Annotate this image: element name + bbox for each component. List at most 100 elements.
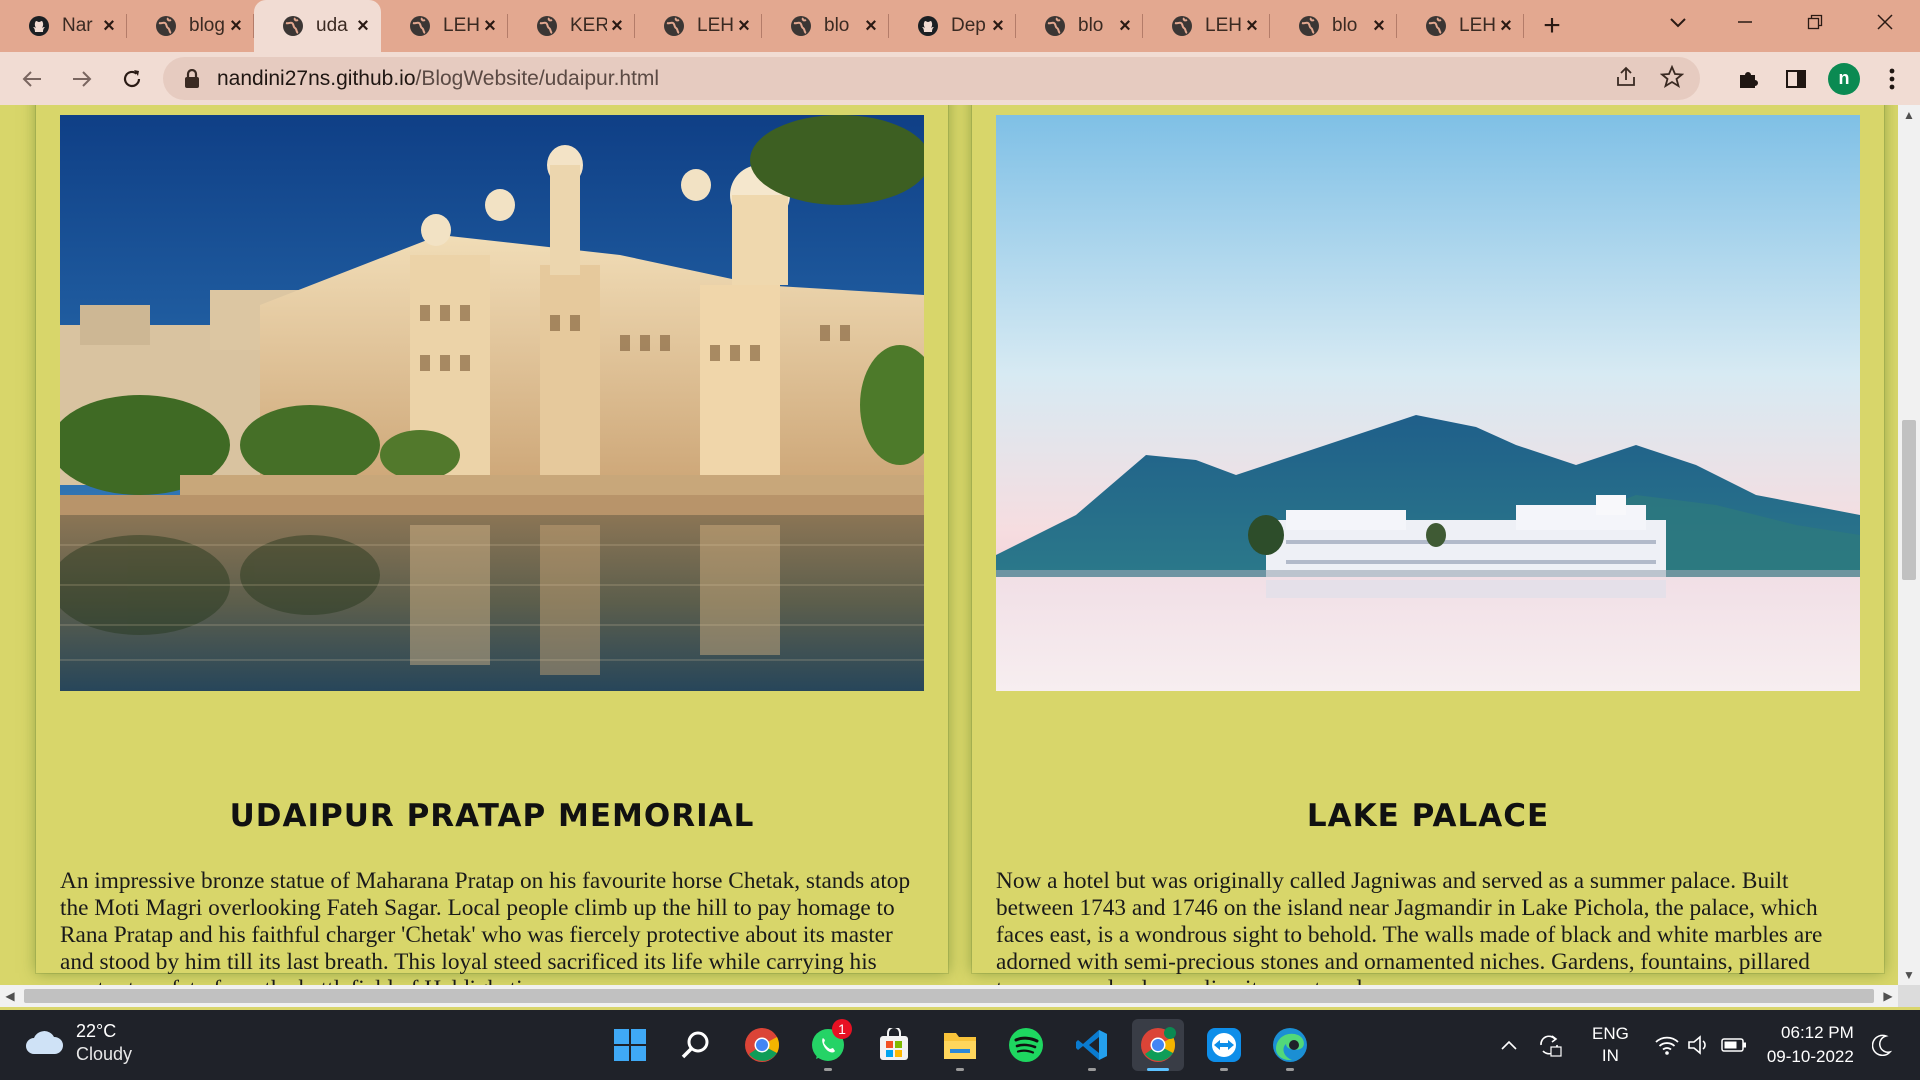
extensions-button[interactable] [1724,55,1772,103]
address-bar[interactable]: nandini27ns.github.io/BlogWebsite/udaipu… [163,57,1700,100]
close-tab-icon[interactable]: × [226,16,246,36]
browser-tab[interactable]: Nar × [0,0,127,52]
horizontal-scrollbar[interactable]: ◀ ▶ [0,985,1898,1007]
lock-icon[interactable] [183,68,201,89]
browser-tab[interactable]: uda × [254,0,381,52]
spotify-taskbar-button[interactable] [1000,1019,1052,1071]
restore-button[interactable] [1780,0,1850,44]
close-tab-icon[interactable]: × [99,16,119,36]
browser-tab[interactable]: LEH × [381,0,508,52]
browser-tab[interactable]: LEH × [1143,0,1270,52]
file-explorer-taskbar-button[interactable] [934,1019,986,1071]
tab-title: Nar [62,15,93,36]
chevron-up-icon[interactable] [1500,1039,1518,1051]
running-indicator [1088,1068,1096,1071]
browser-tab[interactable]: blo × [1270,0,1397,52]
browser-tab[interactable]: blo × [762,0,889,52]
whatsapp-taskbar-button[interactable]: 1 [802,1019,854,1071]
lake-palace-image [996,115,1860,691]
close-tab-icon[interactable]: × [607,16,627,36]
avatar: n [1828,62,1860,95]
weather-temperature: 22°C [76,1021,117,1041]
chrome-profile-icon [1141,1027,1176,1062]
browser-tab[interactable]: KER × [508,0,635,52]
search-button[interactable] [670,1019,722,1071]
back-button[interactable] [8,55,56,103]
wifi-icon[interactable] [1655,1035,1679,1055]
running-indicator [1286,1068,1294,1071]
close-tab-icon[interactable]: × [1369,16,1389,36]
close-tab-icon[interactable]: × [1496,16,1516,36]
language-code: ENG [1592,1024,1629,1043]
browser-tab[interactable]: blog × [127,0,254,52]
card-title: UDAIPUR PRATAP MEMORIAL [229,798,755,834]
clock[interactable]: 06:12 PM 09-10-2022 [1767,1021,1854,1069]
chrome-profile-taskbar-button[interactable] [1132,1019,1184,1071]
cloud-icon [26,1031,64,1054]
windows-taskbar: 22°C Cloudy 1 ENG IN 06:12 PM 09-10-2022 [0,1010,1920,1080]
minimize-button[interactable] [1710,0,1780,44]
region-code: IN [1601,1046,1619,1065]
running-indicator [956,1068,964,1071]
scroll-left-arrow-icon[interactable]: ◀ [0,985,20,1007]
close-tab-icon[interactable]: × [480,16,500,36]
weather-widget[interactable]: 22°C Cloudy [24,1020,132,1066]
clock-date: 09-10-2022 [1766,1047,1854,1066]
reload-icon [123,69,141,87]
volume-icon[interactable] [1687,1034,1711,1056]
tab-title: blo [1332,15,1358,36]
forward-button[interactable] [58,55,106,103]
browser-tab[interactable]: Dep × [889,0,1016,52]
page-viewport: UDAIPUR PRATAP MEMORIAL An impressive br… [0,105,1898,985]
share-icon[interactable] [1614,65,1638,89]
browser-tab[interactable]: blo × [1016,0,1143,52]
moon-icon[interactable] [1871,1034,1892,1056]
battery-icon[interactable] [1721,1037,1747,1053]
microsoft-store-icon [880,1028,908,1060]
edge-taskbar-button[interactable] [1264,1019,1316,1071]
attraction-card: LAKE PALACE Now a hotel but was original… [972,105,1884,985]
new-tab-button[interactable]: + [1524,0,1580,52]
globe-icon [1044,15,1066,37]
close-tab-icon[interactable]: × [861,16,881,36]
scroll-down-arrow-icon[interactable]: ▼ [1898,965,1920,985]
menu-button[interactable] [1868,55,1916,103]
teamviewer-taskbar-button[interactable] [1198,1019,1250,1071]
minimize-icon [1738,21,1752,23]
language-indicator[interactable]: ENG IN [1592,1023,1629,1067]
globe-icon [409,15,431,37]
profile-button[interactable]: n [1820,55,1868,103]
close-icon [1877,14,1893,30]
tab-title: blo [1078,15,1104,36]
search-icon [681,1031,709,1059]
tab-title: LEH [1205,15,1242,36]
chrome-taskbar-button[interactable] [736,1019,788,1071]
edge-icon [1273,1028,1307,1062]
github-icon [28,15,50,37]
sync-icon[interactable] [1536,1032,1562,1058]
scroll-right-arrow-icon[interactable]: ▶ [1878,985,1898,1007]
close-tab-icon[interactable]: × [1115,16,1135,36]
browser-tab[interactable]: LEH × [635,0,762,52]
bookmark-star-icon[interactable] [1660,65,1684,89]
vscode-taskbar-button[interactable] [1066,1019,1118,1071]
close-tab-icon[interactable]: × [1242,16,1262,36]
browser-tab-strip: Nar × blog × uda × LEH × KER × LEH × blo × Dep × blo × LEH… [0,0,1920,52]
tab-search-button[interactable] [1660,10,1696,36]
browser-tab[interactable]: LEH × [1397,0,1524,52]
close-tab-icon[interactable]: × [988,16,1008,36]
url-text[interactable]: nandini27ns.github.io/BlogWebsite/udaipu… [217,67,659,91]
window-controls [1710,0,1920,44]
side-panel-button[interactable] [1772,55,1820,103]
close-tab-icon[interactable]: × [734,16,754,36]
close-tab-icon[interactable]: × [353,16,373,36]
close-window-button[interactable] [1850,0,1920,44]
reload-button[interactable] [108,55,156,103]
vertical-scrollbar[interactable]: ▲ ▼ [1898,105,1920,985]
vertical-scroll-thumb[interactable] [1902,420,1916,580]
horizontal-scroll-thumb[interactable] [24,989,1874,1003]
scroll-up-arrow-icon[interactable]: ▲ [1898,105,1920,125]
store-taskbar-button[interactable] [868,1019,920,1071]
tab-title: LEH [1459,15,1496,36]
start-button[interactable] [604,1019,656,1071]
